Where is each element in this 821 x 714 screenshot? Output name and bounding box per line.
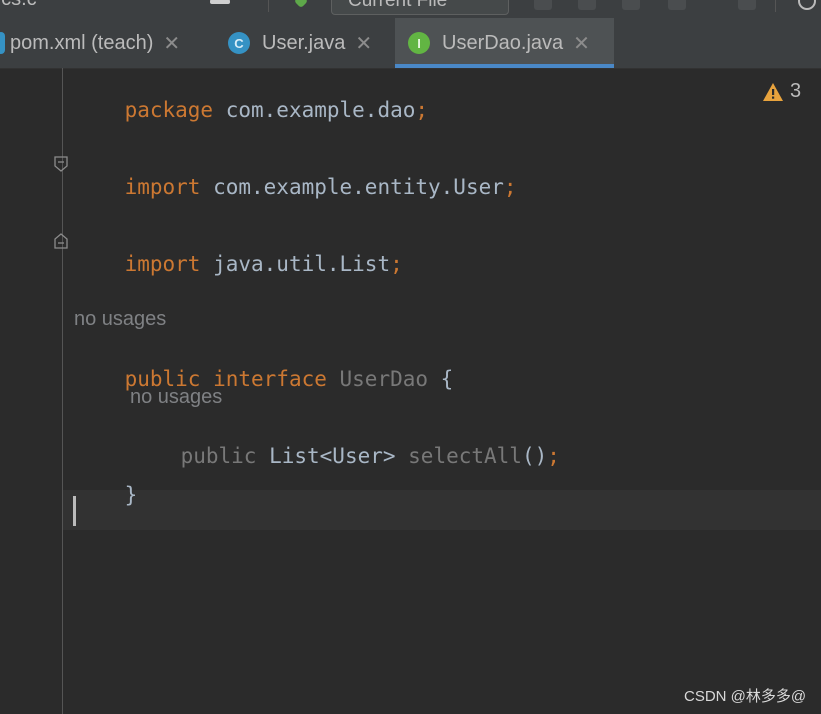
run-configuration-label: Current File xyxy=(348,0,448,11)
run-icon[interactable] xyxy=(534,0,552,10)
project-name: t.cs.c xyxy=(0,0,37,11)
coverage-icon[interactable] xyxy=(622,0,640,10)
interface-icon: I xyxy=(408,32,430,54)
close-icon[interactable]: ✕ xyxy=(355,31,372,56)
code-line-method-declaration[interactable]: public List<User> selectAll(); xyxy=(130,420,560,492)
tab-user-java[interactable]: C User.java ✕ xyxy=(228,18,390,68)
code-line-closing-brace[interactable]: } xyxy=(74,459,138,531)
search-icon[interactable] xyxy=(798,0,816,10)
build-hammer-icon[interactable] xyxy=(293,0,309,9)
tab-userdao-java[interactable]: I UserDao.java ✕ xyxy=(395,18,614,68)
toolbar-divider xyxy=(775,0,776,12)
tab-label: User.java xyxy=(262,31,346,54)
inspection-warnings-widget[interactable]: 3 xyxy=(762,80,801,103)
close-icon[interactable]: ✕ xyxy=(573,31,590,56)
tab-label: UserDao.java xyxy=(442,31,564,54)
toolbar-divider xyxy=(268,0,269,12)
tab-label: pom.xml (teach) xyxy=(10,31,154,54)
code-editor[interactable]: package com.example.dao; import com.exam… xyxy=(0,68,821,714)
code-line-package[interactable]: package com.example.dao; xyxy=(74,74,428,146)
tab-pom-xml[interactable]: pom.xml (teach) ✕ xyxy=(0,18,210,68)
fold-end-marker-icon[interactable] xyxy=(54,233,68,249)
editor-tab-bar: pom.xml (teach) ✕ C User.java ✕ I UserDa… xyxy=(0,18,821,69)
profile-icon[interactable] xyxy=(668,0,686,10)
warning-count: 3 xyxy=(790,80,802,102)
code-line-import-user[interactable]: import com.example.entity.User; xyxy=(74,151,517,223)
run-configuration-select[interactable]: Current File xyxy=(331,0,509,15)
class-icon: C xyxy=(228,32,250,54)
code-line-import-list[interactable]: import java.util.List; xyxy=(74,228,403,300)
debug-icon[interactable] xyxy=(578,0,596,10)
person-icon[interactable] xyxy=(210,0,230,4)
watermark: CSDN @林多多@ xyxy=(684,688,807,705)
usage-hint[interactable]: no usages xyxy=(74,308,166,331)
top-toolbar: t.cs.c Current File xyxy=(0,0,821,18)
warning-icon xyxy=(763,82,783,101)
maven-icon xyxy=(0,32,5,54)
current-line-highlight xyxy=(63,490,821,530)
fold-marker-icon[interactable] xyxy=(54,156,68,172)
stop-icon[interactable] xyxy=(738,0,756,10)
close-icon[interactable]: ✕ xyxy=(163,31,180,56)
usage-hint[interactable]: no usages xyxy=(130,386,222,409)
